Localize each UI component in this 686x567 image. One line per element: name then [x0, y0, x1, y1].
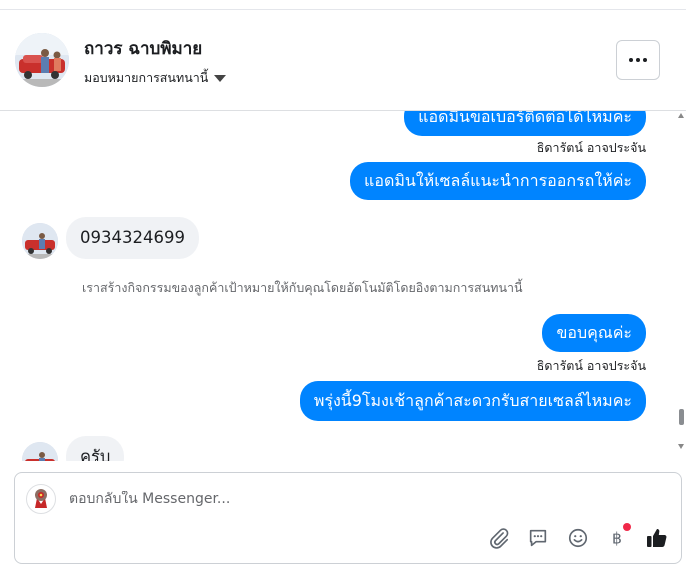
caret-down-icon [214, 75, 227, 82]
message-bubble-outgoing[interactable]: พรุ่งนี้9โมงเช้าลูกค้าสะดวกรับสายเซลล์ไห… [299, 381, 646, 421]
saved-reply-icon[interactable] [525, 525, 551, 551]
assign-conversation-label: มอบหมายการสนทนานี้ [84, 70, 209, 85]
more-dot-icon [643, 58, 647, 62]
contact-avatar-small [22, 442, 58, 461]
scroll-thumb[interactable] [679, 409, 684, 425]
reply-input[interactable] [69, 491, 629, 507]
svg-text:฿: ฿ [612, 530, 622, 548]
scroll-down-arrow-icon[interactable] [678, 444, 684, 449]
page-avatar [26, 484, 56, 514]
message-bubble-outgoing[interactable]: แอดมินให้เซลล์แนะนำการออกรถให้ค่ะ [350, 162, 646, 200]
more-options-button[interactable] [616, 40, 660, 80]
more-dot-icon [636, 58, 640, 62]
contact-avatar-small [22, 223, 58, 259]
message-bubble-incoming[interactable]: 0934324699 [66, 217, 199, 259]
system-activity-note: เราสร้างกิจกรรมของลูกค้าเป้าหมายให้กับคุ… [82, 280, 523, 295]
thumbs-up-icon[interactable] [644, 525, 670, 551]
emoji-icon[interactable] [565, 525, 591, 551]
message-bubble-incoming[interactable]: ครับ [66, 436, 125, 461]
reply-composer: ฿ [14, 472, 682, 564]
conversation-header: ถาวร ฉาบพิมาย มอบหมายการสนทนานี้ [0, 10, 686, 111]
more-dot-icon [629, 58, 633, 62]
notification-dot [623, 523, 631, 531]
contact-name[interactable]: ถาวร ฉาบพิมาย [84, 35, 202, 62]
scroll-up-arrow-icon[interactable] [678, 113, 684, 118]
message-bubble-outgoing[interactable]: แอดมินขอเบอร์ติดต่อได้ไหมคะ [404, 111, 646, 136]
message-thread[interactable]: แอดมินขอเบอร์ติดต่อได้ไหมคะ ธิดารัตน์ อา… [0, 111, 686, 461]
message-bubble-outgoing[interactable]: ขอบคุณค่ะ [542, 314, 646, 352]
contact-avatar[interactable] [15, 33, 69, 87]
sender-name: ธิดารัตน์ อาจประจัน [536, 140, 646, 155]
assign-conversation-dropdown[interactable]: มอบหมายการสนทนานี้ [84, 68, 227, 88]
thread-scrollbar[interactable] [676, 111, 686, 461]
paperclip-icon[interactable] [486, 525, 512, 551]
sender-name: ธิดารัตน์ อาจประจัน [536, 358, 646, 373]
